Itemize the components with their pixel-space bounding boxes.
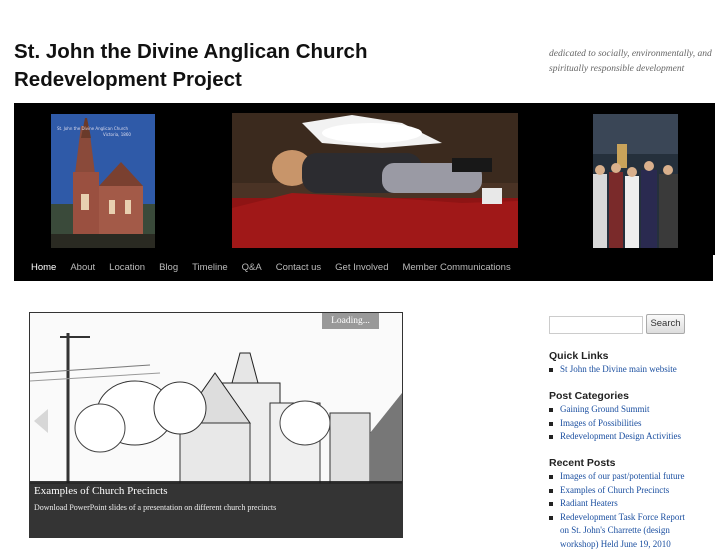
- slider-prev-icon[interactable]: [34, 409, 48, 433]
- post-categories-list: Gaining Ground Summit Images of Possibil…: [549, 403, 719, 444]
- nav-home[interactable]: Home: [14, 255, 63, 281]
- quick-links-title: Quick Links: [549, 350, 609, 362]
- header-banner: St. John the Divine Anglican Church Vict…: [14, 103, 715, 255]
- post-categories-title: Post Categories: [549, 390, 629, 402]
- recent-post-item[interactable]: Radiant Heaters: [549, 497, 719, 511]
- procession-photo: [593, 114, 678, 248]
- search-input[interactable]: [549, 316, 643, 334]
- slider-caption[interactable]: Examples of Church Precincts Download Po…: [30, 481, 402, 537]
- church-photo-text-line1: St. John the Divine Anglican Church: [57, 126, 129, 131]
- main-nav: Home About Location Blog Timeline Q&A Co…: [14, 255, 713, 281]
- category-item[interactable]: Redevelopment Design Activities: [549, 430, 719, 444]
- nav-get-involved[interactable]: Get Involved: [328, 255, 395, 281]
- featured-slider[interactable]: Loading... Examples of Church Precincts …: [29, 312, 403, 538]
- slider-caption-title[interactable]: Examples of Church Precincts: [34, 485, 168, 497]
- nav-location[interactable]: Location: [102, 255, 152, 281]
- nav-contact[interactable]: Contact us: [269, 255, 328, 281]
- nav-qa[interactable]: Q&A: [235, 255, 269, 281]
- site-tagline: dedicated to socially, environmentally, …: [549, 47, 719, 77]
- angel-costume-photo: [232, 113, 518, 248]
- recent-post-item[interactable]: Examples of Church Precincts: [549, 484, 719, 498]
- tagline-line1: dedicated to socially, environmentally, …: [549, 47, 719, 62]
- recent-posts-title: Recent Posts: [549, 457, 616, 469]
- nav-member-communications[interactable]: Member Communications: [395, 255, 517, 281]
- site-title-line1[interactable]: St. John the Divine Anglican Church: [14, 38, 434, 66]
- slider-loading-label: Loading...: [322, 313, 379, 329]
- tagline-line2: spiritually responsible development: [549, 62, 719, 77]
- category-item[interactable]: Gaining Ground Summit: [549, 403, 719, 417]
- recent-posts-list: Images of our past/potential future Exam…: [549, 470, 719, 551]
- header-topline: [14, 103, 16, 109]
- nav-about[interactable]: About: [63, 255, 102, 281]
- search-button[interactable]: Search: [646, 314, 685, 334]
- site-title[interactable]: St. John the Divine Anglican Church Rede…: [14, 38, 434, 94]
- category-item[interactable]: Images of Possibilities: [549, 417, 719, 431]
- church-photo-text-line2: Victoria, 1860: [103, 132, 131, 137]
- quick-link-item[interactable]: St John the Divine main website: [549, 363, 719, 377]
- slider-caption-text: Download PowerPoint slides of a presenta…: [34, 503, 276, 512]
- site-title-line2[interactable]: Redevelopment Project: [14, 66, 434, 94]
- quick-links-list: St John the Divine main website: [549, 363, 719, 377]
- recent-post-item[interactable]: Images of our past/potential future: [549, 470, 719, 484]
- church-building-photo: St. John the Divine Anglican Church Vict…: [51, 114, 155, 248]
- nav-blog[interactable]: Blog: [152, 255, 185, 281]
- nav-timeline[interactable]: Timeline: [185, 255, 235, 281]
